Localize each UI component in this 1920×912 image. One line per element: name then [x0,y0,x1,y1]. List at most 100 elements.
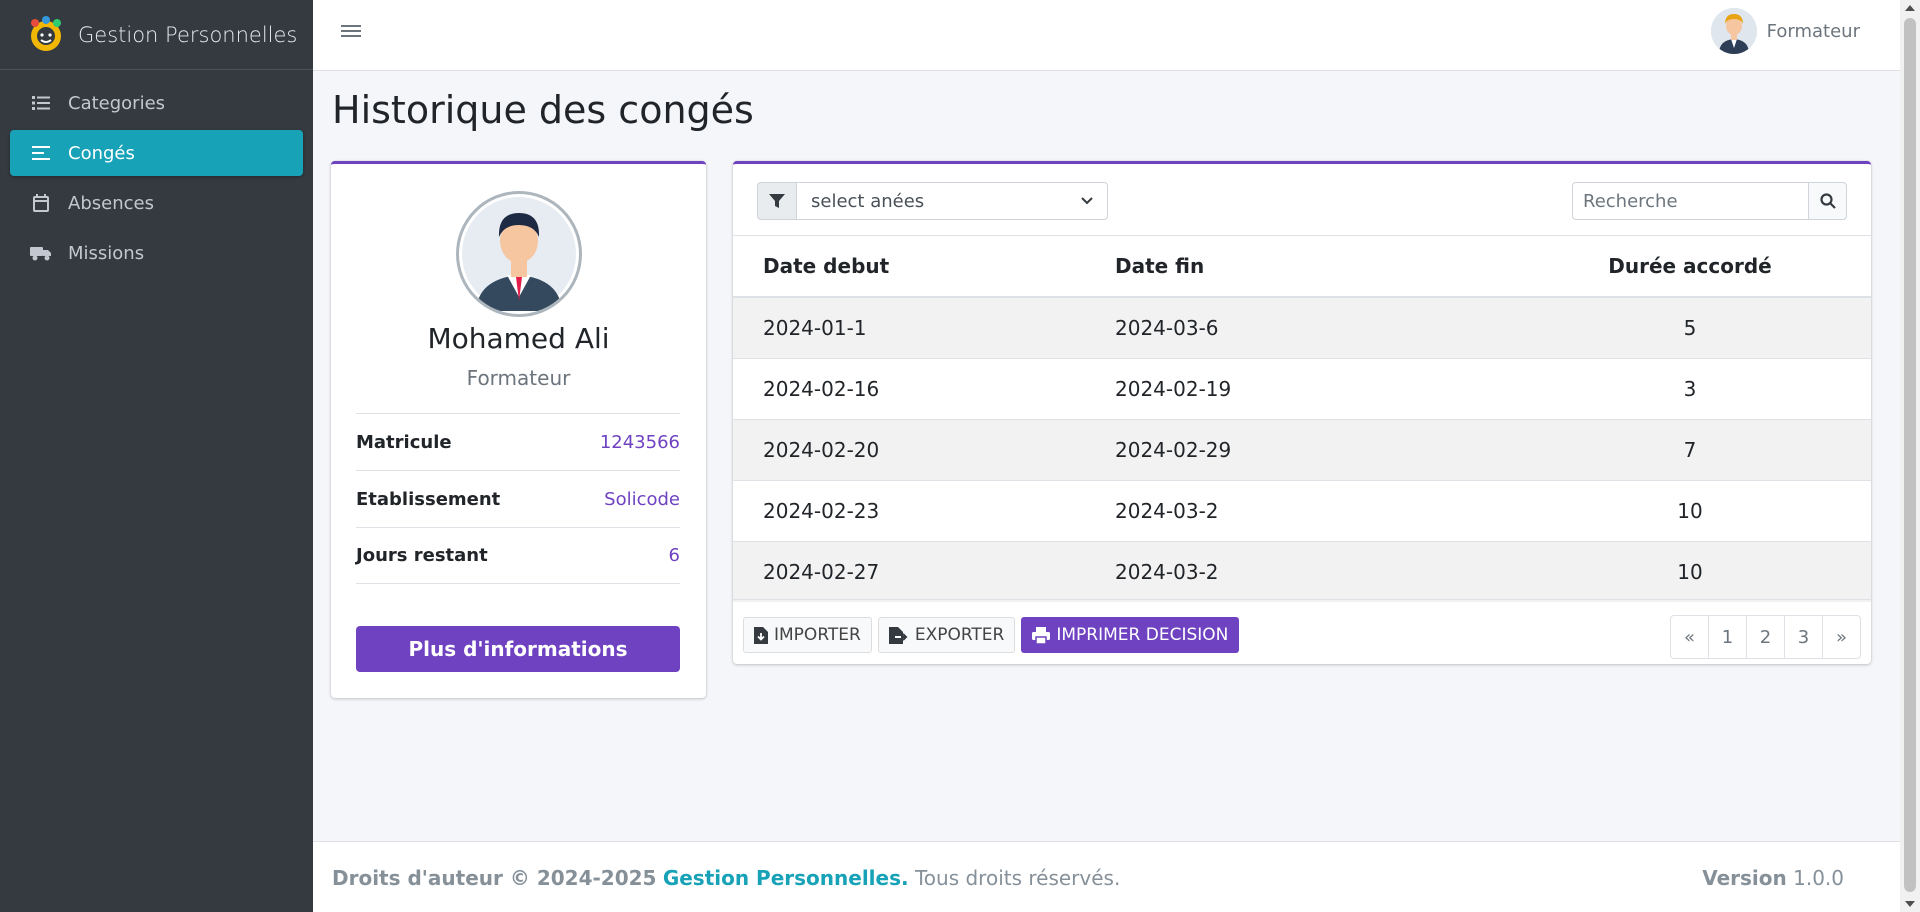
info-value: Solicode [604,488,680,510]
pagination-page-1[interactable]: 1 [1708,615,1747,659]
table-cell: 2024-02-19 [1085,357,1509,419]
footer-version: Version 1.0.0 [1702,866,1844,890]
info-label: Jours restant [356,545,488,566]
page-footer: Droits d'auteur © 2024-2025 Gestion Pers… [313,841,1900,912]
brand-link[interactable]: Gestion Personnelles [0,0,313,70]
print-icon [1032,626,1051,644]
pagination-page-3[interactable]: 3 [1784,615,1823,659]
export-label: EXPORTER [914,625,1005,645]
pagination-page-2[interactable]: 2 [1746,615,1785,659]
search-input[interactable] [1572,182,1808,220]
table-cell: 2024-02-20 [733,418,1085,480]
table-row: 2024-01-1 2024-03-6 5 [733,296,1871,358]
chevron-down-icon [1081,197,1093,205]
brand-text: Gestion Personnelles [78,22,298,47]
scroll-up-icon[interactable] [1905,5,1915,11]
info-value: 6 [668,545,680,566]
info-row-matricule: Matricule 1243566 [356,413,680,470]
truck-icon [30,242,52,264]
pagination: « 1 2 3 » [1670,615,1861,659]
sidebar-item-absences[interactable]: Absences [10,180,303,226]
table-row: 2024-02-27 2024-03-2 10 [733,540,1871,602]
table-cell: 2024-03-2 [1085,479,1509,541]
copyright-text: Droits d'auteur © 2024-2025 [332,866,657,890]
info-row-etablissement: Etablissement Solicode [356,470,680,527]
sidebar-item-label: Absences [68,192,154,214]
profile-role: Formateur [466,366,571,390]
leave-table: Date debut Date fin Durée accordé 2024-0… [733,236,1871,602]
table-row: 2024-02-16 2024-02-19 3 [733,357,1871,419]
brand-logo-icon [26,15,66,55]
avatar [456,191,582,317]
year-filter: select anées [757,182,1108,220]
table-cell: 2024-02-16 [733,357,1085,419]
action-buttons: IMPORTER EXPORTER IMPRIMER DECISION [743,617,1240,653]
user-name: Formateur [1766,20,1860,42]
scroll-down-icon[interactable] [1905,901,1915,907]
sidebar-item-label: Missions [68,242,145,264]
table-cell: 2024-02-29 [1085,418,1509,480]
user-menu[interactable]: Formateur [1710,8,1860,54]
table-cell: 2024-02-27 [733,540,1085,602]
scroll-thumb[interactable] [1904,18,1916,892]
table-cell: 2024-02-23 [733,479,1085,541]
year-select[interactable]: select anées [796,182,1108,220]
table-cell: 2024-01-1 [733,296,1085,358]
import-button[interactable]: IMPORTER [743,617,872,653]
sidebar-item-conges[interactable]: Congés [10,130,303,176]
profile-name: Mohamed Ali [427,322,610,355]
info-label: Etablissement [356,488,501,510]
import-label: IMPORTER [774,625,861,645]
info-row-jours-restant: Jours restant 6 [356,527,680,584]
avatar [1710,8,1757,54]
rights-text: Tous droits réservés. [914,866,1121,890]
export-button[interactable]: EXPORTER [877,617,1016,653]
sidebar: Gestion Personnelles Categories Congés A… [0,0,313,912]
page-title: Historique des congés [332,88,754,132]
card-footer: IMPORTER EXPORTER IMPRIMER DECISION « 1 … [733,599,1871,664]
table-cell: 10 [1509,479,1871,541]
search-group [1572,182,1847,220]
info-label: Matricule [356,431,452,453]
pagination-next[interactable]: » [1822,615,1861,659]
card-header: select anées [733,164,1871,236]
search-button[interactable] [1808,182,1847,220]
info-value: 1243566 [599,431,680,453]
table-cell: 10 [1509,540,1871,602]
sidebar-item-categories[interactable]: Categories [10,80,303,126]
search-icon [1819,193,1836,209]
table-row: 2024-02-23 2024-03-2 10 [733,479,1871,541]
footer-copyright: Droits d'auteur © 2024-2025 Gestion Pers… [332,866,1120,890]
version-value: 1.0.0 [1793,866,1844,890]
print-decision-button[interactable]: IMPRIMER DECISION [1021,617,1240,653]
menu-toggle-icon[interactable] [341,22,361,42]
bars-icon [30,142,52,164]
table-header-row: Date debut Date fin Durée accordé [733,236,1871,298]
page-scrollbar[interactable] [1900,0,1920,912]
version-label: Version [1702,866,1787,890]
sidebar-item-missions[interactable]: Missions [10,230,303,276]
profile-info-list: Matricule 1243566 Etablissement Solicode… [356,413,680,584]
table-row: 2024-02-20 2024-02-29 7 [733,418,1871,480]
sidebar-nav: Categories Congés Absences Missions [0,70,313,290]
table-cell: 2024-03-2 [1085,540,1509,602]
top-navbar: Formateur [313,0,1900,71]
column-header: Date debut [733,236,1085,298]
table-cell: 3 [1509,357,1871,419]
column-header: Durée accordé [1509,236,1871,298]
leave-history-card: select anées Date debut Date fin Durée a… [733,161,1871,664]
calendar-icon [30,192,52,214]
year-select-value: select anées [811,190,925,212]
table-cell: 2024-03-6 [1085,296,1509,358]
file-import-icon [754,626,768,644]
column-header: Date fin [1085,236,1509,298]
print-label: IMPRIMER DECISION [1056,625,1229,645]
filter-icon[interactable] [757,182,796,220]
table-cell: 5 [1509,296,1871,358]
sidebar-item-label: Congés [68,142,135,164]
more-info-button[interactable]: Plus d'informations [356,626,680,672]
file-export-icon [888,626,908,644]
footer-brand-link[interactable]: Gestion Personnelles. [663,866,909,890]
pagination-prev[interactable]: « [1670,615,1709,659]
profile-card: Mohamed Ali Formateur Matricule 1243566 … [331,161,706,698]
